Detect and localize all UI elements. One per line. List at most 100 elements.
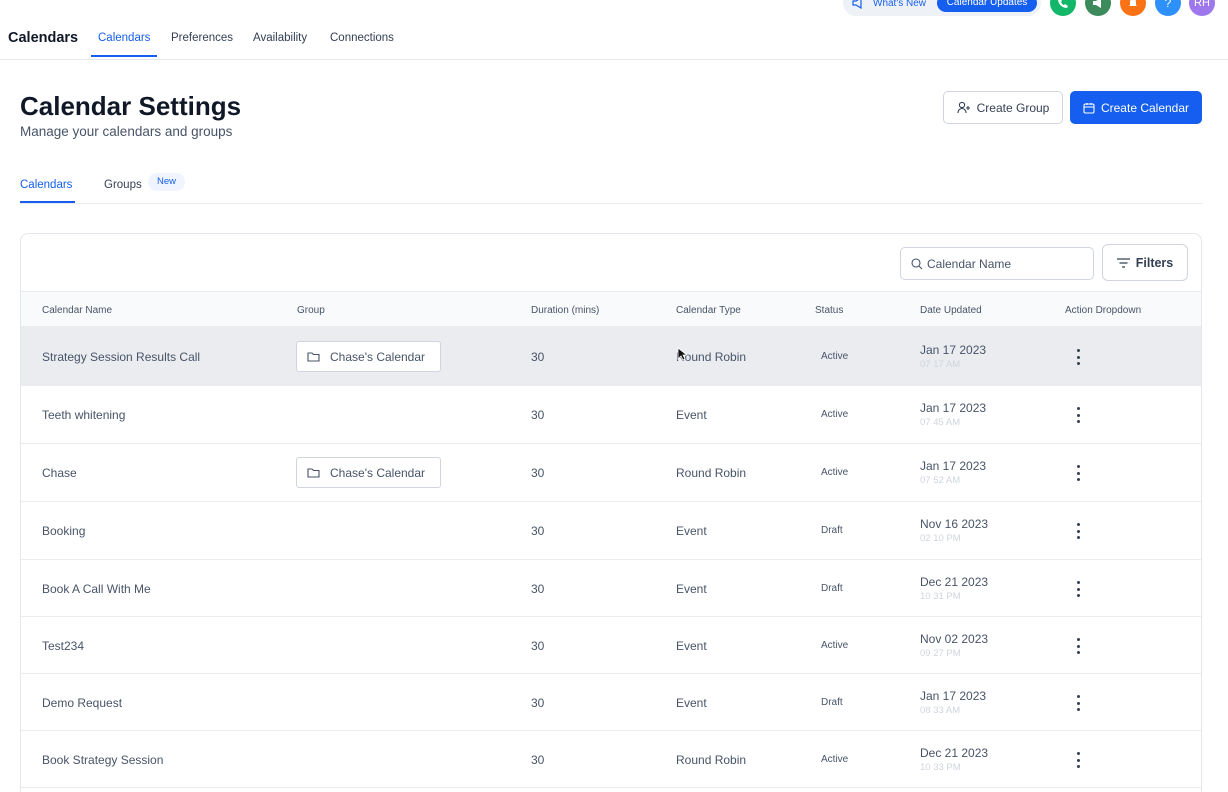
column-header[interactable]: Date Updated (920, 305, 982, 316)
status-badge: Active (821, 351, 849, 362)
calendar-name[interactable]: Book Strategy Session (42, 753, 163, 767)
time-updated: 10 31 PM (920, 591, 961, 602)
nav-tab-calendars[interactable]: Calendars (98, 32, 150, 44)
calendar-type: Event (676, 582, 707, 596)
group-chip[interactable]: Chase's Calendar (296, 341, 441, 372)
calendar-type: Round Robin (676, 753, 747, 767)
filters-button[interactable]: Filters (1102, 244, 1188, 281)
table-row[interactable]: Book Strategy Session 30 Round Robin Active… (21, 731, 1201, 788)
status-badge: Active (821, 467, 849, 478)
calendars-table-card: Filters Calendar Name Group Duration (mi… (20, 233, 1202, 792)
more-actions-icon[interactable] (1073, 581, 1083, 597)
top-bar: Calendars Calendars Preferences Availabi… (0, 0, 1228, 60)
megaphone-icon (852, 0, 862, 9)
more-actions-icon[interactable] (1073, 349, 1083, 365)
time-updated: 02 10 PM (920, 533, 961, 544)
calendar-name[interactable]: Demo Request (42, 696, 122, 710)
tab-calendars[interactable]: Calendars (20, 179, 72, 191)
add-user-icon (957, 101, 970, 114)
folder-icon (307, 352, 320, 362)
create-calendar-button[interactable]: Create Calendar (1070, 91, 1202, 124)
duration: 30 (531, 408, 545, 422)
time-updated: 10 33 PM (920, 762, 961, 773)
phone-button[interactable] (1050, 0, 1076, 16)
megaphone-icon (1093, 0, 1101, 8)
column-header[interactable]: Status (815, 305, 843, 316)
tab-divider (20, 203, 1202, 204)
more-actions-icon[interactable] (1073, 638, 1083, 654)
date-updated: Nov 16 2023 (920, 517, 989, 531)
search-input[interactable] (927, 256, 1087, 271)
calendar-type: Round Robin (676, 466, 747, 480)
tab-groups[interactable]: Groups (104, 179, 142, 191)
page-subtitle: Manage your calendars and groups (20, 124, 233, 139)
column-header[interactable]: Duration (mins) (531, 305, 599, 316)
date-updated: Jan 17 2023 (920, 343, 987, 357)
calendar-name[interactable]: Teeth whitening (42, 408, 125, 422)
status-badge: Draft (821, 525, 843, 536)
column-header[interactable]: Calendar Name (42, 305, 112, 316)
calendar-name[interactable]: Test234 (42, 639, 84, 653)
whats-new-label[interactable]: What's New (873, 0, 926, 9)
calendar-name[interactable]: Book A Call With Me (42, 582, 151, 596)
notifications-button[interactable] (1120, 0, 1146, 16)
more-actions-icon[interactable] (1073, 407, 1083, 423)
duration: 30 (531, 524, 545, 538)
table-row[interactable]: Booking 30 Event Draft Nov 16 2023 02 10 PM (21, 502, 1201, 560)
column-header: Action Dropdown (1065, 305, 1142, 316)
user-avatar[interactable]: RH (1189, 0, 1215, 16)
calendar-type: Event (676, 639, 707, 653)
filters-label: Filters (1135, 255, 1174, 270)
filter-icon (1116, 257, 1130, 268)
date-updated: Dec 21 2023 (920, 746, 989, 760)
time-updated: 07 17 AM (920, 359, 961, 370)
calendar-icon (1083, 102, 1095, 114)
bell-icon (1129, 0, 1137, 6)
create-group-button[interactable]: Create Group (943, 91, 1063, 124)
time-updated: 07 45 AM (920, 417, 961, 428)
announcements-button[interactable] (1085, 0, 1111, 16)
search-icon (911, 257, 923, 269)
more-actions-icon[interactable] (1073, 695, 1083, 711)
table-row[interactable]: Chase Chase's Calendar 30 Round Robin Active… (21, 444, 1201, 502)
duration: 30 (531, 696, 545, 710)
new-badge: New (148, 173, 185, 191)
date-updated: Dec 21 2023 (920, 575, 989, 589)
table-header: Calendar Name Group Duration (mins) Cale… (21, 291, 1201, 327)
duration: 30 (531, 753, 545, 767)
nav-tab-availability[interactable]: Availability (253, 32, 307, 44)
help-icon: ? (1164, 0, 1172, 10)
table-row[interactable]: Demo Request 30 Event Draft Jan 17 2023 08 33… (21, 674, 1201, 731)
calendar-name[interactable]: Chase (42, 466, 77, 480)
time-updated: 09 27 PM (920, 648, 961, 659)
more-actions-icon[interactable] (1073, 465, 1083, 481)
time-updated: 08 33 AM (920, 705, 961, 716)
nav-tab-preferences[interactable]: Preferences (171, 32, 233, 44)
help-button[interactable]: ? (1155, 0, 1181, 16)
duration: 30 (531, 639, 545, 653)
status-badge: Draft (821, 697, 843, 708)
search-box[interactable] (900, 247, 1094, 280)
nav-tab-connections[interactable]: Connections (330, 32, 394, 44)
calendar-name[interactable]: Booking (42, 524, 85, 538)
status-badge: Draft (821, 583, 843, 594)
more-actions-icon[interactable] (1073, 523, 1083, 539)
group-chip[interactable]: Chase's Calendar (296, 457, 441, 488)
more-actions-icon[interactable] (1073, 752, 1083, 768)
table-row[interactable]: Strategy Session Results Call Chase's Cal… (21, 327, 1201, 386)
status-badge: Active (821, 754, 849, 765)
date-updated: Jan 17 2023 (920, 401, 987, 415)
table-row[interactable]: Book A Call With Me 30 Event Draft Dec 21 20… (21, 560, 1201, 617)
create-calendar-label: Create Calendar (1100, 100, 1190, 115)
column-header[interactable]: Group (297, 305, 325, 316)
table-row[interactable]: Test234 30 Event Active Nov 02 2023 09 27 PM (21, 617, 1201, 674)
duration: 30 (531, 466, 545, 480)
column-header[interactable]: Calendar Type (676, 305, 741, 316)
folder-icon (307, 468, 320, 478)
calendar-type: Event (676, 524, 707, 538)
mouse-cursor-icon (677, 347, 687, 361)
calendar-name[interactable]: Strategy Session Results Call (42, 350, 200, 364)
table-row[interactable]: Teeth whitening 30 Event Active Jan 17 2023 0… (21, 386, 1201, 444)
calendar-updates-badge[interactable]: Calendar Updates (937, 0, 1037, 12)
app-title: Calendars (8, 30, 79, 46)
